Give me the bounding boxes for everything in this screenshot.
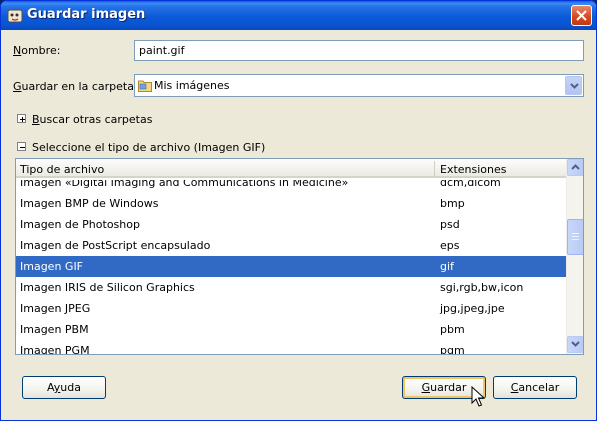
- plus-icon: [20, 117, 25, 122]
- extensions-cell: jpg,jpeg,jpe: [440, 302, 505, 315]
- table-row[interactable]: Imagen GIF gif: [16, 256, 567, 277]
- folder-value: Mis imágenes: [154, 79, 230, 92]
- save-image-dialog: Guardar imagen Nombre: paint.gif Guardar…: [0, 0, 597, 421]
- folder-label-text: uardar en la carpeta:: [21, 80, 138, 93]
- extensions-cell: pgm: [440, 344, 465, 354]
- file-type-cell: Imagen de PostScript encapsulado: [20, 239, 211, 252]
- browse-folders-label[interactable]: Buscar otras carpetas: [32, 113, 152, 126]
- save-button-label: Guardar: [421, 381, 467, 394]
- file-type-cell: Imagen PGM: [20, 344, 90, 354]
- window-title: Guardar imagen: [27, 7, 146, 22]
- vertical-scrollbar[interactable]: [566, 159, 583, 354]
- table-row[interactable]: Imagen «Digital Imaging and Communicatio…: [16, 180, 567, 193]
- file-type-cell: Imagen de Photoshop: [20, 218, 140, 231]
- gimp-app-icon: [7, 9, 23, 23]
- extensions-cell: bmp: [440, 197, 465, 210]
- filetype-label[interactable]: Seleccione el tipo de archivo (Imagen GI…: [32, 141, 265, 154]
- file-type-cell: Imagen JPEG: [20, 302, 91, 315]
- minus-icon: [20, 147, 25, 148]
- column-header-type[interactable]: Tipo de archivo: [20, 163, 104, 176]
- extensions-cell: gif: [440, 260, 454, 273]
- table-rows: Imagen «Digital Imaging and Communicatio…: [16, 180, 567, 354]
- chevron-down-icon: [570, 83, 579, 89]
- browse-folders-text: uscar otras carpetas: [39, 113, 153, 126]
- folder-combobox[interactable]: Mis imágenes: [134, 74, 584, 97]
- file-type-cell: Imagen IRIS de Silicon Graphics: [20, 281, 195, 294]
- column-header-extensions[interactable]: Extensiones: [440, 163, 507, 176]
- title-bar[interactable]: Guardar imagen: [1, 1, 596, 30]
- name-label: Nombre:: [13, 44, 61, 57]
- cancel-button-label: Cancelar: [510, 381, 560, 394]
- help-button-label: Ayuda: [46, 381, 81, 394]
- scroll-down-button[interactable]: [567, 336, 583, 353]
- table-row[interactable]: Imagen IRIS de Silicon Graphics sgi,rgb,b…: [16, 277, 567, 298]
- scroll-thumb[interactable]: [567, 219, 583, 255]
- cancel-button[interactable]: Cancelar: [493, 376, 577, 399]
- close-button[interactable]: [571, 5, 592, 26]
- table-row[interactable]: Imagen BMP de Windows bmp: [16, 193, 567, 214]
- table-row[interactable]: Imagen JPEG jpg,jpeg,jpe: [16, 298, 567, 319]
- name-label-text: ombre:: [21, 44, 61, 57]
- chevron-down-icon: [571, 341, 580, 347]
- help-button[interactable]: Ayuda: [22, 376, 106, 399]
- table-row[interactable]: Imagen de PostScript encapsulado eps: [16, 235, 567, 256]
- scroll-up-button[interactable]: [567, 159, 583, 176]
- table-header: Tipo de archivo Extensiones: [16, 159, 567, 178]
- file-type-cell: Imagen BMP de Windows: [20, 197, 159, 210]
- filetype-list[interactable]: Tipo de archivo Extensiones Imagen «Digi…: [15, 158, 584, 355]
- folder-label: Guardar en la carpeta:: [13, 80, 138, 93]
- table-row[interactable]: Imagen de Photoshop psd: [16, 214, 567, 235]
- file-type-cell: Imagen «Digital Imaging and Communicatio…: [20, 180, 349, 189]
- column-separator[interactable]: [434, 161, 435, 176]
- extensions-cell: sgi,rgb,bw,icon: [440, 281, 524, 294]
- filetype-expander[interactable]: [17, 142, 26, 151]
- browse-expander[interactable]: [17, 114, 26, 123]
- close-icon: [576, 10, 587, 21]
- chevron-up-icon: [571, 164, 580, 170]
- file-type-cell: Imagen GIF: [20, 260, 84, 273]
- extensions-cell: psd: [440, 218, 460, 231]
- folder-icon: [138, 80, 152, 92]
- extensions-cell: pbm: [440, 323, 465, 336]
- name-input[interactable]: paint.gif: [134, 40, 584, 61]
- extensions-cell: eps: [440, 239, 460, 252]
- extensions-cell: dcm,dicom: [440, 180, 501, 189]
- table-row[interactable]: Imagen PBM pbm: [16, 319, 567, 340]
- mouse-cursor-icon: [471, 386, 485, 407]
- combo-dropdown-button[interactable]: [565, 76, 582, 95]
- table-row[interactable]: Imagen PGM pgm: [16, 340, 567, 354]
- file-type-cell: Imagen PBM: [20, 323, 89, 336]
